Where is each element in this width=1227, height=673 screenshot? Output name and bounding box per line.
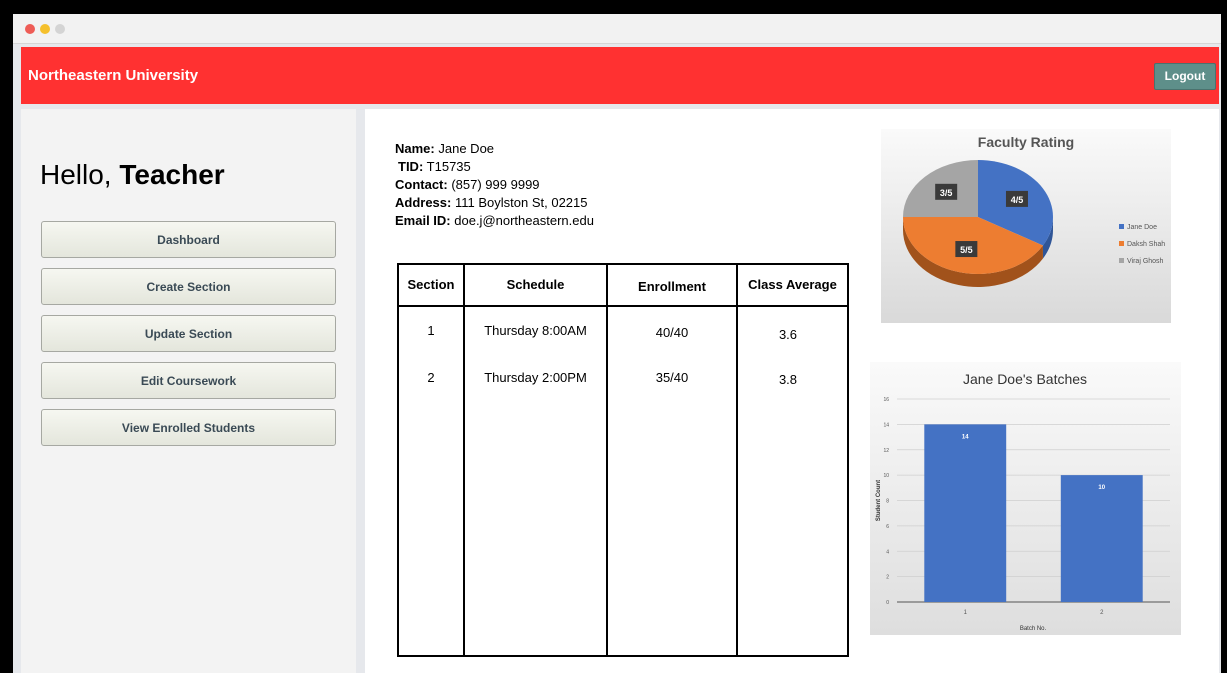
main-content: Name: Jane Doe TID: T15735 Contact: (857… xyxy=(365,109,1219,673)
data-label: 10 xyxy=(1098,485,1105,491)
y-axis-title: Student Count xyxy=(876,480,882,521)
class-average-cell: 3.6 xyxy=(778,327,798,342)
enrollment-cell: 40/40 xyxy=(655,325,689,340)
y-tick-label: 4 xyxy=(886,549,889,555)
legend-swatch xyxy=(1119,258,1124,263)
legend-swatch xyxy=(1119,241,1124,246)
contact-row: Contact: (857) 999 9999 xyxy=(395,176,594,194)
data-label: 4/5 xyxy=(1011,195,1024,205)
chart-title: Faculty Rating xyxy=(978,134,1074,150)
zoom-window-button[interactable] xyxy=(55,24,65,34)
teacher-info: Name: Jane Doe TID: T15735 Contact: (857… xyxy=(395,140,594,230)
minimize-window-button[interactable] xyxy=(40,24,50,34)
chart-title: Jane Doe's Batches xyxy=(963,371,1087,387)
address-label: Address: xyxy=(395,195,452,210)
name-label: Name: xyxy=(395,141,435,156)
contact-value: (857) 999 9999 xyxy=(451,177,540,192)
contact-label: Contact: xyxy=(395,177,448,192)
name-value: Jane Doe xyxy=(438,141,495,156)
update-section-button[interactable]: Update Section xyxy=(41,315,336,352)
batches-bar-chart: Jane Doe's Batches 0 2 4 6 8 10 12 14 16 14 1 10 2 Bat… xyxy=(876,371,1170,632)
y-tick-label: 10 xyxy=(883,473,889,479)
section-cell: 2 xyxy=(427,370,435,385)
faculty-rating-chart: Faculty Rating 4/5 5/5 3/5 Jane Doe Daksh Sha… xyxy=(881,129,1171,323)
x-tick-label: 1 xyxy=(964,610,968,616)
sections-table: Section Schedule Enrollment Class Averag… xyxy=(397,263,849,657)
bar xyxy=(924,424,1007,602)
email-value: doe.j@northeastern.edu xyxy=(454,213,594,228)
y-tick-label: 6 xyxy=(886,524,889,530)
email-row: Email ID: doe.j@northeastern.edu xyxy=(395,212,594,230)
y-tick-label: 8 xyxy=(886,499,889,505)
column-header-class-average: Class Average xyxy=(748,277,837,292)
column-header-enrollment: Enrollment xyxy=(638,279,706,294)
data-label: 3/5 xyxy=(940,188,953,198)
view-enrolled-students-button[interactable]: View Enrolled Students xyxy=(41,409,336,446)
address-row: Address: 111 Boylston St, 02215 xyxy=(395,194,594,212)
y-tick-label: 0 xyxy=(886,600,889,606)
name-row: Name: Jane Doe xyxy=(395,140,594,158)
app-header: Northeastern University Logout xyxy=(21,47,1219,104)
greeting-role: Teacher xyxy=(119,159,225,190)
greeting-prefix: Hello, xyxy=(40,159,112,190)
class-average-cell: 3.8 xyxy=(778,372,798,387)
address-value: 111 Boylston St, 02215 xyxy=(454,195,588,210)
title-bar xyxy=(13,14,1221,44)
create-section-button[interactable]: Create Section xyxy=(41,268,336,305)
tid-value: T15735 xyxy=(426,159,471,174)
close-window-button[interactable] xyxy=(25,24,35,34)
data-label: 5/5 xyxy=(960,245,973,255)
batches-chart: Jane Doe's Batches 0 2 4 6 8 10 12 14 16 14 1 10 2 Bat… xyxy=(870,362,1181,635)
faculty-rating-pie: Faculty Rating 4/5 5/5 3/5 Jane Doe Daksh Sha… xyxy=(903,134,1165,287)
y-tick-label: 16 xyxy=(883,397,889,403)
brand-title: Northeastern University xyxy=(28,67,199,84)
x-tick-label: 2 xyxy=(1100,610,1104,616)
table-divider xyxy=(606,265,608,655)
bar xyxy=(1060,475,1143,602)
legend-label: Viraj Ghosh xyxy=(1127,258,1164,265)
table-divider xyxy=(736,265,738,655)
legend-swatch xyxy=(1119,224,1124,229)
y-tick-label: 2 xyxy=(886,575,889,581)
logout-button[interactable]: Logout xyxy=(1154,63,1216,90)
schedule-cell: Thursday 8:00AM xyxy=(484,323,587,338)
column-header-section: Section xyxy=(407,277,455,292)
schedule-cell: Thursday 2:00PM xyxy=(484,370,587,385)
y-tick-label: 14 xyxy=(883,422,889,428)
edit-coursework-button[interactable]: Edit Coursework xyxy=(41,362,336,399)
app-window: Northeastern University Logout Hello, Te… xyxy=(13,14,1221,673)
legend-label: Jane Doe xyxy=(1127,224,1157,231)
y-tick-label: 12 xyxy=(883,448,889,454)
dashboard-button[interactable]: Dashboard xyxy=(41,221,336,258)
greeting: Hello, Teacher xyxy=(40,159,225,191)
x-axis-title: Batch No. xyxy=(1020,626,1047,632)
sidebar: Hello, Teacher Dashboard Create Section … xyxy=(21,109,356,673)
legend-label: Daksh Shah xyxy=(1127,241,1165,248)
column-header-schedule: Schedule xyxy=(506,277,565,292)
enrollment-cell: 35/40 xyxy=(655,370,689,385)
tid-row: TID: T15735 xyxy=(395,158,594,176)
section-cell: 1 xyxy=(427,323,435,338)
tid-label: TID: xyxy=(398,159,424,174)
email-label: Email ID: xyxy=(395,213,451,228)
data-label: 14 xyxy=(962,434,969,440)
table-header-divider xyxy=(399,305,847,307)
